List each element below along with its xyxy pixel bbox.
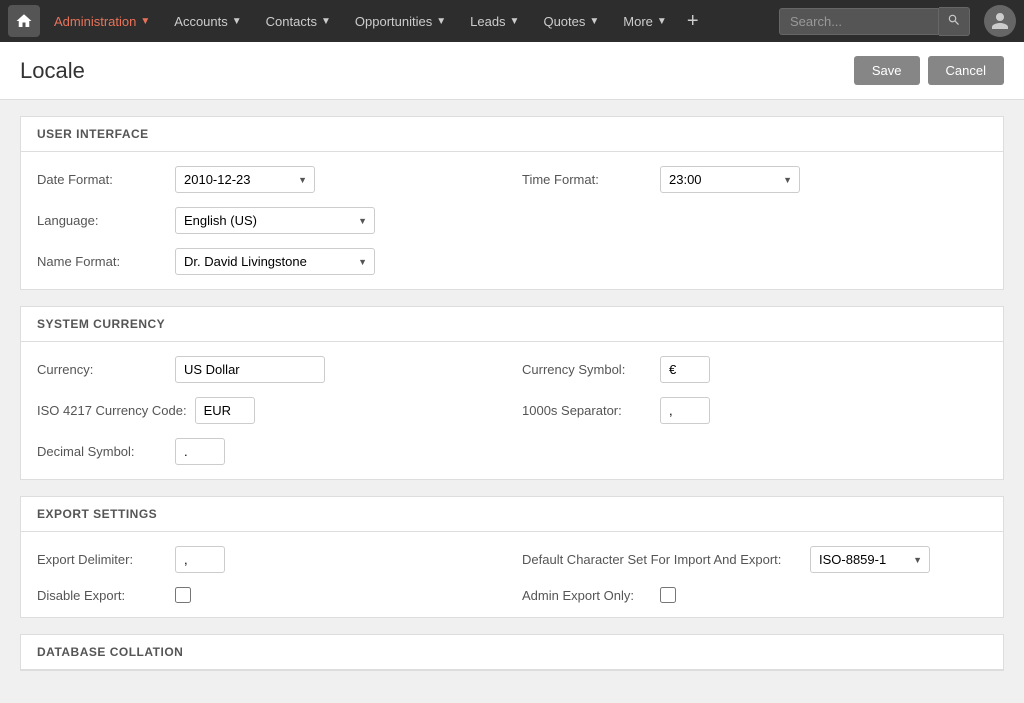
system-currency-header: SYSTEM CURRENCY [21,307,1003,342]
export-delimiter-input[interactable] [175,546,225,573]
administration-caret-icon: ▼ [140,16,150,27]
accounts-caret-icon: ▼ [232,16,242,27]
header-actions: Save Cancel [854,56,1004,85]
currency-input[interactable] [175,356,325,383]
thousands-separator-group: 1000s Separator: [522,397,987,424]
nav-item-leads[interactable]: Leads ▼ [460,8,529,35]
disable-export-row: Disable Export: Admin Export Only: [37,587,987,603]
content: USER INTERFACE Date Format: 2010-12-23 T… [0,100,1024,703]
date-format-label: Date Format: [37,172,167,187]
nav-item-administration[interactable]: Administration ▼ [44,8,160,35]
currency-group: Currency: [37,356,502,383]
more-caret-icon: ▼ [657,16,667,27]
currency-symbol-input[interactable] [660,356,710,383]
disable-export-label: Disable Export: [37,588,167,603]
thousands-separator-input[interactable] [660,397,710,424]
iso-group: ISO 4217 Currency Code: [37,397,502,424]
iso-row: ISO 4217 Currency Code: 1000s Separator: [37,397,987,424]
opportunities-caret-icon: ▼ [436,16,446,27]
database-collation-section: DATABASE COLLATION [20,634,1004,671]
name-format-row: Name Format: Dr. David Livingstone [37,248,987,275]
decimal-group: Decimal Symbol: [37,438,502,465]
user-avatar[interactable] [984,5,1016,37]
currency-symbol-label: Currency Symbol: [522,362,652,377]
time-format-label: Time Format: [522,172,652,187]
user-interface-body: Date Format: 2010-12-23 Time Format: 23:… [21,152,1003,289]
time-format-select-wrapper: 23:00 [660,166,800,193]
system-currency-body: Currency: Currency Symbol: ISO 4217 Curr… [21,342,1003,479]
default-charset-group: Default Character Set For Import And Exp… [522,546,987,573]
user-interface-section: USER INTERFACE Date Format: 2010-12-23 T… [20,116,1004,290]
search-bar [779,7,970,36]
page-header: Locale Save Cancel [0,42,1024,100]
name-format-select[interactable]: Dr. David Livingstone [175,248,375,275]
default-charset-label: Default Character Set For Import And Exp… [522,552,802,567]
date-format-select-wrapper: 2010-12-23 [175,166,315,193]
name-format-label: Name Format: [37,254,167,269]
admin-export-checkbox[interactable] [660,587,676,603]
nav-item-accounts[interactable]: Accounts ▼ [164,8,251,35]
leads-caret-icon: ▼ [510,16,520,27]
time-format-select[interactable]: 23:00 [660,166,800,193]
iso-input[interactable] [195,397,255,424]
search-button[interactable] [939,7,970,36]
contacts-caret-icon: ▼ [321,16,331,27]
disable-export-group: Disable Export: [37,587,502,603]
charset-select[interactable]: ISO-8859-1 [810,546,930,573]
home-button[interactable] [8,5,40,37]
decimal-row: Decimal Symbol: [37,438,987,465]
search-input[interactable] [779,8,939,35]
export-delimiter-group: Export Delimiter: [37,546,502,573]
add-button[interactable]: + [681,10,705,33]
nav-item-contacts[interactable]: Contacts ▼ [256,8,341,35]
date-format-group: Date Format: 2010-12-23 [37,166,502,193]
export-delimiter-label: Export Delimiter: [37,552,167,567]
export-settings-body: Export Delimiter: Default Character Set … [21,532,1003,617]
decimal-symbol-label: Decimal Symbol: [37,444,167,459]
export-settings-header: EXPORT SETTINGS [21,497,1003,532]
date-time-row: Date Format: 2010-12-23 Time Format: 23:… [37,166,987,193]
nav-item-quotes[interactable]: Quotes ▼ [533,8,609,35]
database-collation-header: DATABASE COLLATION [21,635,1003,670]
cancel-button[interactable]: Cancel [928,56,1004,85]
admin-export-label: Admin Export Only: [522,588,652,603]
name-format-group: Name Format: Dr. David Livingstone [37,248,502,275]
currency-label: Currency: [37,362,167,377]
system-currency-section: SYSTEM CURRENCY Currency: Currency Symbo… [20,306,1004,480]
save-button[interactable]: Save [854,56,920,85]
disable-export-checkbox[interactable] [175,587,191,603]
nav-item-more[interactable]: More ▼ [613,8,677,35]
user-interface-header: USER INTERFACE [21,117,1003,152]
language-label: Language: [37,213,167,228]
name-format-select-wrapper: Dr. David Livingstone [175,248,375,275]
thousands-separator-label: 1000s Separator: [522,403,652,418]
decimal-symbol-input[interactable] [175,438,225,465]
language-row: Language: English (US) [37,207,987,234]
currency-row: Currency: Currency Symbol: [37,356,987,383]
quotes-caret-icon: ▼ [589,16,599,27]
page-title: Locale [20,58,85,84]
nav-item-opportunities[interactable]: Opportunities ▼ [345,8,456,35]
iso-label: ISO 4217 Currency Code: [37,403,187,418]
currency-symbol-group: Currency Symbol: [522,356,987,383]
admin-export-group: Admin Export Only: [522,587,987,603]
language-select[interactable]: English (US) [175,207,375,234]
export-settings-section: EXPORT SETTINGS Export Delimiter: Defaul… [20,496,1004,618]
date-format-select[interactable]: 2010-12-23 [175,166,315,193]
language-group: Language: English (US) [37,207,502,234]
navbar: Administration ▼ Accounts ▼ Contacts ▼ O… [0,0,1024,42]
charset-select-wrapper: ISO-8859-1 [810,546,930,573]
language-select-wrapper: English (US) [175,207,375,234]
time-format-group: Time Format: 23:00 [522,166,987,193]
export-delimiter-row: Export Delimiter: Default Character Set … [37,546,987,573]
